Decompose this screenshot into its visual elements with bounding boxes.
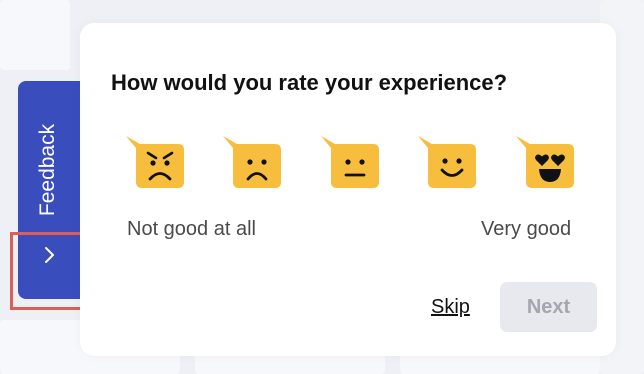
scale-high-label: Very good <box>481 218 572 240</box>
feedback-tab-label: Feedback <box>36 123 59 216</box>
feedback-panel: How would you rate your experience? Not … <box>80 23 616 356</box>
skip-link[interactable]: Skip <box>431 296 470 319</box>
heart-eyes-face-icon[interactable] <box>516 136 574 188</box>
smile-face-icon[interactable] <box>418 136 476 188</box>
scale-low-label: Not good at all <box>127 218 256 240</box>
feedback-tab-label-wrap: Feedback <box>34 112 62 227</box>
next-button[interactable]: Next <box>500 282 597 332</box>
sad-face-icon[interactable] <box>223 136 281 188</box>
neutral-face-icon[interactable] <box>321 136 379 188</box>
survey-title: How would you rate your experience? <box>111 70 508 95</box>
background-block <box>0 0 70 70</box>
rating-row <box>126 136 586 198</box>
angry-face-icon[interactable] <box>126 136 184 188</box>
